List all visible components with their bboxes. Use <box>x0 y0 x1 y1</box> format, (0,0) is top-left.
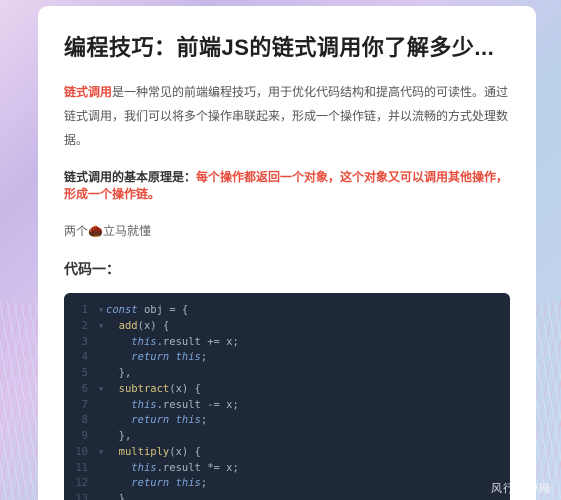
code-line: 3 this.result += x; <box>64 335 510 351</box>
line-number: 4 <box>64 350 98 366</box>
code-content: this.result += x; <box>106 335 239 351</box>
code-content: multiply(x) { <box>106 445 201 461</box>
line-number: 7 <box>64 398 98 414</box>
fold-icon <box>98 350 106 366</box>
fold-icon <box>98 429 106 445</box>
code-line: 12 return this; <box>64 476 510 492</box>
fold-icon <box>98 476 106 492</box>
code-content: return this; <box>106 413 207 429</box>
line-number: 5 <box>64 366 98 382</box>
code-content: const obj = { <box>106 303 188 319</box>
code-line: 1▾const obj = { <box>64 303 510 319</box>
code-content: }, <box>106 429 131 445</box>
code-line: 6▾ subtract(x) { <box>64 382 510 398</box>
fold-icon <box>98 492 106 500</box>
line-number: 6 <box>64 382 98 398</box>
code-line: 9 }, <box>64 429 510 445</box>
line-number: 10 <box>64 445 98 461</box>
code-subheading: 代码一： <box>64 259 510 279</box>
principle-line: 链式调用的基本原理是：每个操作都返回一个对象，这个对象又可以调用其他操作，形成一… <box>64 168 510 202</box>
fold-icon <box>98 398 106 414</box>
code-content: subtract(x) { <box>106 382 201 398</box>
code-block: 1▾const obj = {2▾ add(x) {3 this.result … <box>64 293 510 500</box>
line-number: 8 <box>64 413 98 429</box>
line-number: 2 <box>64 319 98 335</box>
code-content: }, <box>106 492 131 500</box>
code-line: 5 }, <box>64 366 510 382</box>
code-line: 7 this.result -= x; <box>64 398 510 414</box>
code-content: this.result -= x; <box>106 398 239 414</box>
line-number: 9 <box>64 429 98 445</box>
code-line: 10▾ multiply(x) { <box>64 445 510 461</box>
code-line: 8 return this; <box>64 413 510 429</box>
code-line: 11 this.result *= x; <box>64 461 510 477</box>
principle-label: 链式调用的基本原理是： <box>64 170 196 184</box>
article-card: 编程技巧：前端JS的链式调用你了解多少... 链式调用是一种常见的前端编程技巧，… <box>38 6 536 500</box>
code-content: this.result *= x; <box>106 461 239 477</box>
line-number: 1 <box>64 303 98 319</box>
code-line: 13 }, <box>64 492 510 500</box>
code-content: return this; <box>106 350 207 366</box>
fold-icon <box>98 335 106 351</box>
fold-icon <box>98 366 106 382</box>
line-number: 13 <box>64 492 98 500</box>
intro-highlight: 链式调用 <box>64 85 112 99</box>
fold-icon[interactable]: ▾ <box>98 382 106 398</box>
code-content: add(x) { <box>106 319 169 335</box>
watermark-text: 风行手游网 <box>491 480 551 496</box>
intro-text: 是一种常见的前端编程技巧，用于优化代码结构和提高代码的可读性。通过链式调用，我们… <box>64 85 508 147</box>
article-title: 编程技巧：前端JS的链式调用你了解多少... <box>64 30 510 62</box>
fold-icon[interactable]: ▾ <box>98 445 106 461</box>
fold-icon[interactable]: ▾ <box>98 303 106 319</box>
note-line: 两个🌰立马就懂 <box>64 222 510 239</box>
note-prefix: 两个 <box>64 224 88 238</box>
fold-icon[interactable]: ▾ <box>98 319 106 335</box>
line-number: 11 <box>64 461 98 477</box>
code-line: 2▾ add(x) { <box>64 319 510 335</box>
code-content: return this; <box>106 476 207 492</box>
code-line: 4 return this; <box>64 350 510 366</box>
line-number: 12 <box>64 476 98 492</box>
fold-icon <box>98 461 106 477</box>
line-number: 3 <box>64 335 98 351</box>
fold-icon <box>98 413 106 429</box>
note-suffix: 立马就懂 <box>103 224 151 238</box>
chestnut-icon: 🌰 <box>88 224 103 238</box>
intro-paragraph: 链式调用是一种常见的前端编程技巧，用于优化代码结构和提高代码的可读性。通过链式调… <box>64 80 510 152</box>
code-content: }, <box>106 366 131 382</box>
